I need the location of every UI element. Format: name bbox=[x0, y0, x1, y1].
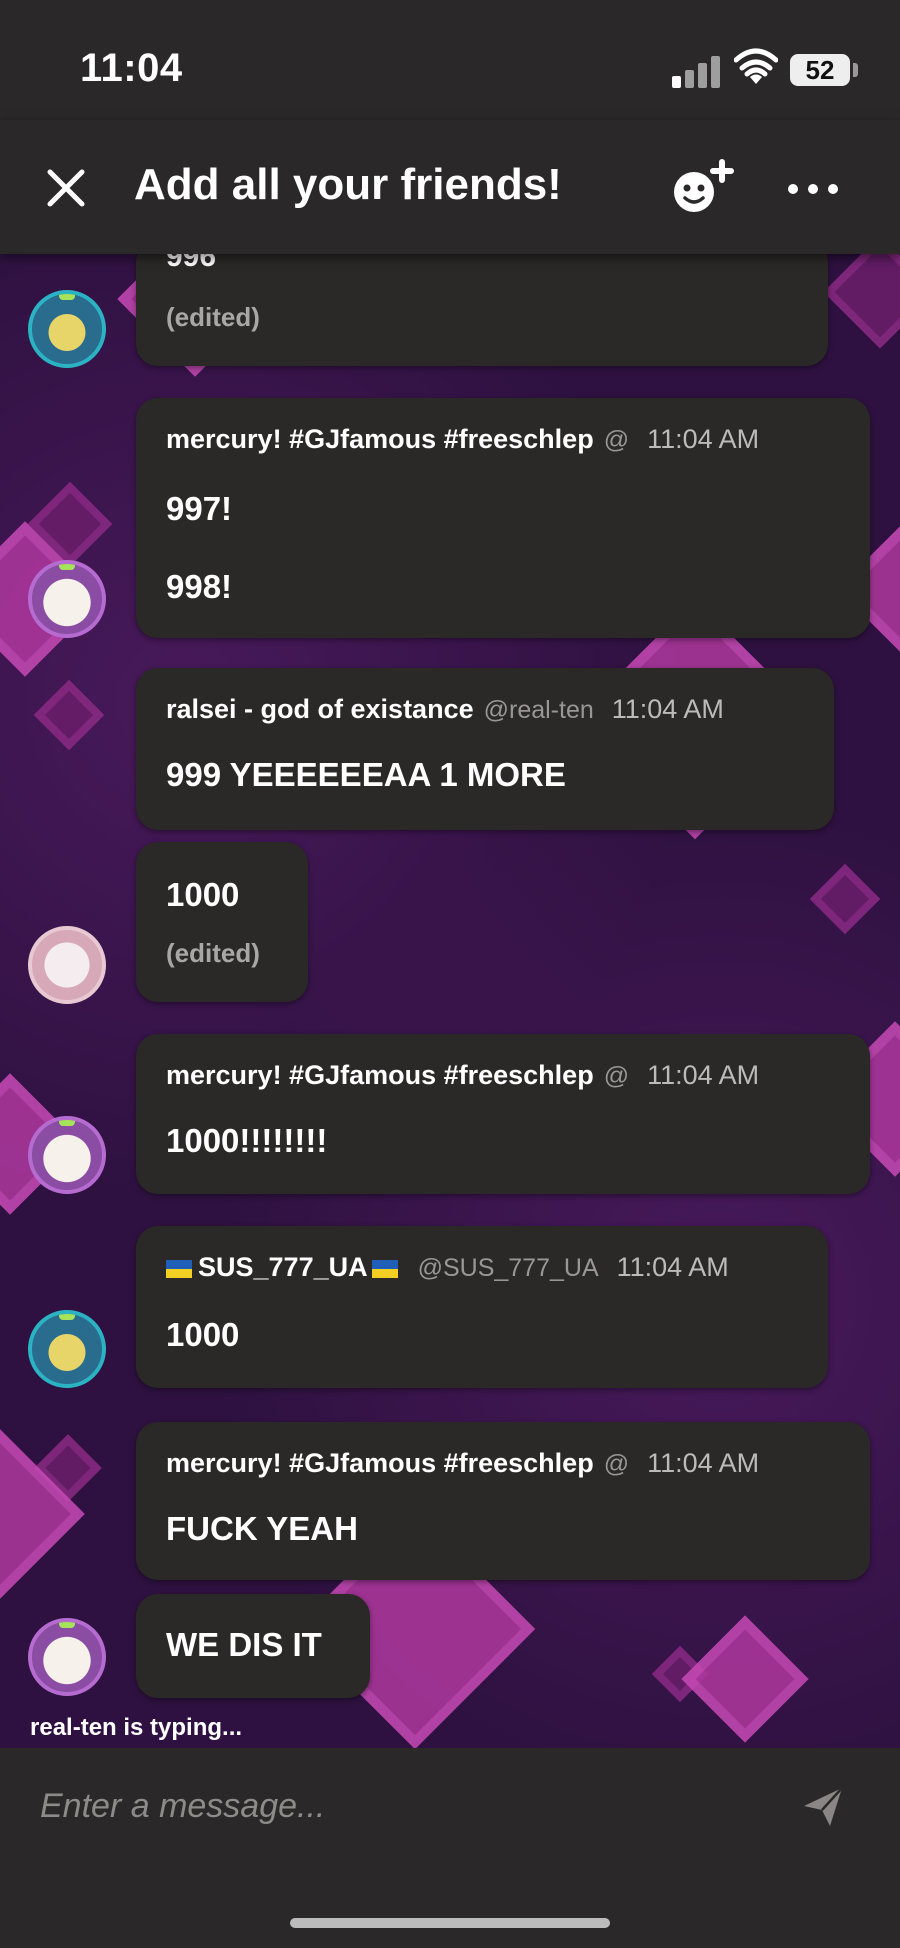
message-meta: mercury! #GJfamous #freeschlep @11:04 AM bbox=[166, 424, 759, 455]
more-options-icon[interactable] bbox=[788, 176, 838, 200]
add-member-icon[interactable] bbox=[666, 158, 736, 218]
message-text: 1000 bbox=[166, 876, 240, 913]
author-name[interactable]: ralsei - god of existance bbox=[166, 694, 474, 724]
edited-label: (edited) bbox=[166, 938, 260, 968]
author-handle: @SUS_777_UA bbox=[417, 1254, 599, 1282]
avatar[interactable] bbox=[28, 1618, 106, 1696]
close-icon[interactable] bbox=[44, 166, 88, 210]
author-handle: @ bbox=[603, 426, 630, 454]
status-bar: 11:04 52 bbox=[0, 0, 900, 120]
message-meta: mercury! #GJfamous #freeschlep @11:04 AM bbox=[166, 1448, 759, 1479]
message-bubble[interactable]: 1000 (edited) bbox=[136, 842, 308, 1002]
author-name[interactable]: mercury! #GJfamous #freeschlep bbox=[166, 1448, 594, 1478]
message-time: 11:04 AM bbox=[616, 1252, 729, 1282]
cellular-signal-icon bbox=[672, 54, 722, 88]
avatar[interactable] bbox=[28, 1310, 106, 1388]
status-time: 11:04 bbox=[80, 46, 183, 90]
message-text: WE DIS IT bbox=[166, 1626, 322, 1663]
battery-tip bbox=[853, 63, 858, 77]
chat-header: Add all your friends! bbox=[0, 120, 900, 254]
message-text: 999 YEEEEEEAA 1 MORE bbox=[166, 756, 566, 793]
message-time: 11:04 AM bbox=[647, 1448, 760, 1478]
battery-icon: 52 bbox=[790, 54, 850, 86]
message-bubble[interactable]: WE DIS IT bbox=[136, 1594, 370, 1698]
message-bubble[interactable]: SUS_777_UA @SUS_777_UA 11:04 AM 1000 bbox=[136, 1226, 828, 1388]
message-time: 11:04 AM bbox=[647, 424, 760, 454]
ukraine-flag-icon bbox=[371, 1259, 398, 1278]
message-input[interactable] bbox=[38, 1780, 802, 1832]
author-handle: @ bbox=[603, 1450, 630, 1478]
wifi-icon bbox=[734, 48, 778, 84]
message-text: 1000 bbox=[166, 1316, 240, 1353]
ukraine-flag-icon bbox=[166, 1259, 192, 1278]
home-indicator bbox=[290, 1918, 610, 1928]
typing-indicator: real-ten is typing... bbox=[30, 1714, 243, 1741]
author-handle: @real-ten bbox=[483, 696, 594, 724]
avatar[interactable] bbox=[28, 926, 106, 1004]
author-name[interactable]: mercury! #GJfamous #freeschlep bbox=[166, 1060, 594, 1090]
message-meta: mercury! #GJfamous #freeschlep @11:04 AM bbox=[166, 1060, 759, 1091]
message-meta: ralsei - god of existance @real-ten 11:04 … bbox=[166, 694, 724, 725]
message-bubble[interactable]: mercury! #GJfamous #freeschlep @11:04 AM … bbox=[136, 1034, 870, 1194]
message-bubble[interactable]: mercury! #GJfamous #freeschlep @11:04 AM … bbox=[136, 1422, 870, 1580]
message-meta: SUS_777_UA @SUS_777_UA 11:04 AM bbox=[166, 1252, 729, 1283]
avatar[interactable] bbox=[28, 560, 106, 638]
author-name[interactable]: mercury! #GJfamous #freeschlep bbox=[166, 424, 594, 454]
edited-label: (edited) bbox=[166, 302, 260, 332]
send-icon[interactable] bbox=[800, 1784, 846, 1830]
avatar[interactable] bbox=[28, 290, 106, 368]
author-handle: @ bbox=[603, 1062, 630, 1090]
message-bubble[interactable]: ralsei - god of existance @real-ten 11:04 … bbox=[136, 668, 834, 830]
message-text: 997! bbox=[166, 490, 233, 527]
message-bubble[interactable]: mercury! #GJfamous #freeschlep @11:04 AM … bbox=[136, 398, 870, 638]
message-bubble[interactable]: 996 (edited) bbox=[136, 240, 828, 366]
message-time: 11:04 AM bbox=[611, 694, 724, 724]
author-name[interactable]: SUS_777_UA bbox=[198, 1252, 368, 1282]
avatar[interactable] bbox=[28, 1116, 106, 1194]
message-time: 11:04 AM bbox=[647, 1060, 760, 1090]
page-title: Add all your friends! bbox=[134, 160, 562, 209]
message-text: 998! bbox=[166, 568, 233, 605]
message-text: 1000!!!!!!!! bbox=[166, 1122, 328, 1159]
message-text: FUCK YEAH bbox=[166, 1510, 358, 1547]
